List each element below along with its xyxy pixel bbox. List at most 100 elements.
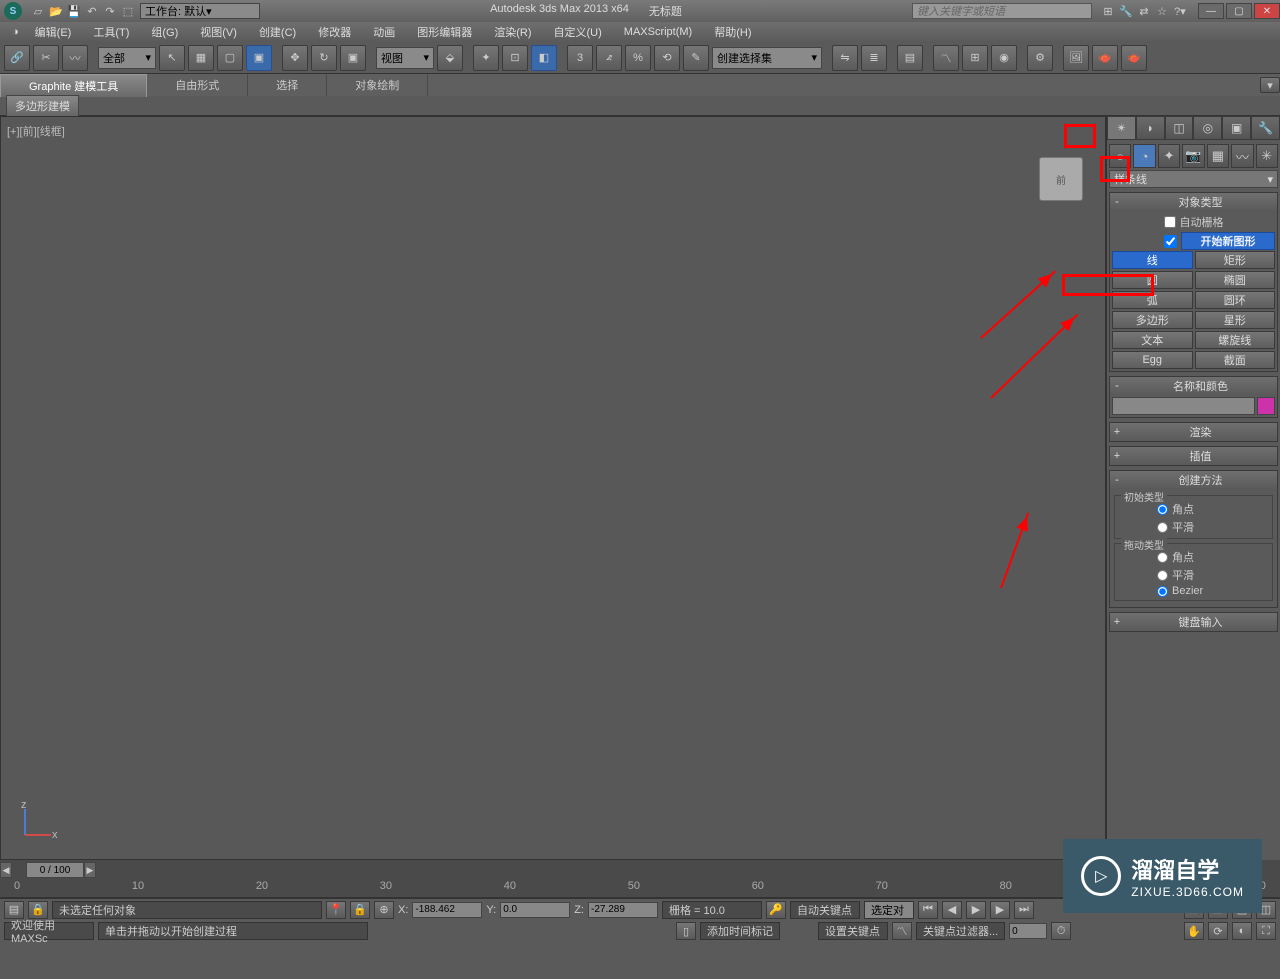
- menu-edit[interactable]: 编辑(E): [25, 22, 82, 42]
- mirror-icon[interactable]: ⇋: [832, 45, 858, 71]
- ribbon-collapse-icon[interactable]: ▾: [1260, 77, 1280, 93]
- render-iter-icon[interactable]: 🫖: [1121, 45, 1147, 71]
- ngon-button[interactable]: 多边形: [1112, 311, 1193, 329]
- display-tab-icon[interactable]: ▣: [1222, 116, 1251, 140]
- snap3-icon[interactable]: 3: [567, 45, 593, 71]
- coord-icon[interactable]: ⊕: [374, 901, 394, 919]
- save-icon[interactable]: 💾: [66, 3, 82, 19]
- help-icon[interactable]: ?▾: [1172, 3, 1188, 19]
- menu-create[interactable]: 创建(C): [249, 22, 306, 42]
- select-name-icon[interactable]: ▦: [188, 45, 214, 71]
- rollout-head-name-color[interactable]: -名称和颜色: [1110, 377, 1277, 395]
- utilities-tab-icon[interactable]: 🔧: [1251, 116, 1280, 140]
- render-setup-icon[interactable]: ⚙: [1027, 45, 1053, 71]
- script-icon[interactable]: ▤: [4, 901, 24, 919]
- scale-tool-icon[interactable]: ▣: [340, 45, 366, 71]
- drag-smooth-radio[interactable]: [1157, 570, 1168, 581]
- star-button[interactable]: 星形: [1195, 311, 1276, 329]
- app-icon[interactable]: S: [4, 2, 22, 20]
- viewcube[interactable]: 前: [1039, 157, 1083, 201]
- curve-editor-icon[interactable]: 〽: [933, 45, 959, 71]
- redo-icon[interactable]: ↷: [102, 3, 118, 19]
- modify-tab-icon[interactable]: ◗: [1136, 116, 1165, 140]
- rollout-head-render[interactable]: +渲染: [1110, 423, 1277, 441]
- search-input[interactable]: 键入关键字或短语: [912, 3, 1092, 19]
- layer-icon[interactable]: ▤: [897, 45, 923, 71]
- play-end-icon[interactable]: ⏭: [1014, 901, 1034, 919]
- nav-orbit-icon[interactable]: ⟳: [1208, 922, 1228, 940]
- align-icon[interactable]: ≣: [861, 45, 887, 71]
- auto-key-button[interactable]: 自动关键点: [790, 901, 860, 919]
- object-name-input[interactable]: [1112, 397, 1255, 415]
- time-config-icon[interactable]: ⏱: [1051, 922, 1071, 940]
- drag-bezier-radio[interactable]: [1157, 586, 1168, 597]
- nav-pan-icon[interactable]: ✋: [1184, 922, 1204, 940]
- ref-coord-dropdown[interactable]: 视图▾: [376, 47, 434, 69]
- rollout-head-object-type[interactable]: -对象类型: [1110, 193, 1277, 211]
- drag-corner-radio[interactable]: [1157, 552, 1168, 563]
- line-button[interactable]: 线: [1112, 251, 1193, 269]
- systems-cat-icon[interactable]: ✳: [1256, 144, 1278, 168]
- add-time-tag[interactable]: 添加时间标记: [700, 922, 780, 940]
- spacewarp-cat-icon[interactable]: 〰: [1231, 144, 1253, 168]
- minimize-button[interactable]: —: [1198, 3, 1224, 19]
- start-shape-button[interactable]: 开始新图形: [1181, 232, 1275, 250]
- play-prev-icon[interactable]: ◀: [942, 901, 962, 919]
- viewport[interactable]: [+][前][线框] 前 z x: [0, 116, 1106, 860]
- donut-button[interactable]: 圆环: [1195, 291, 1276, 309]
- arc-button[interactable]: 弧: [1112, 291, 1193, 309]
- edit-named-icon[interactable]: ✎: [683, 45, 709, 71]
- rollout-head-keyboard[interactable]: +键盘输入: [1110, 613, 1277, 631]
- play-next-icon[interactable]: ▶: [990, 901, 1010, 919]
- undo-icon[interactable]: ↶: [84, 3, 100, 19]
- pivot-icon[interactable]: ⬙: [437, 45, 463, 71]
- polygon-modeling-button[interactable]: 多边形建模: [6, 95, 79, 117]
- hierarchy-tab-icon[interactable]: ◫: [1165, 116, 1194, 140]
- ribbon-tab-paint[interactable]: 对象绘制: [327, 74, 428, 96]
- init-smooth-radio[interactable]: [1157, 522, 1168, 533]
- material-icon[interactable]: ◉: [991, 45, 1017, 71]
- workspace-selector[interactable]: 工作台: 默认▾: [140, 3, 260, 19]
- link-icon[interactable]: ⬚: [120, 3, 136, 19]
- move-tool-icon[interactable]: ✥: [282, 45, 308, 71]
- menu-anim[interactable]: 动画: [363, 22, 405, 42]
- ribbon-tab-freeform[interactable]: 自由形式: [147, 74, 248, 96]
- time-next-icon[interactable]: ▶: [84, 862, 96, 878]
- ellipse-button[interactable]: 椭圆: [1195, 271, 1276, 289]
- menu-group[interactable]: 组(G): [141, 22, 188, 42]
- viewport-label[interactable]: [+][前][线框]: [7, 123, 65, 139]
- auto-grid-checkbox[interactable]: [1164, 216, 1176, 228]
- menu-view[interactable]: 视图(V): [190, 22, 247, 42]
- selection-filter[interactable]: 全部▾: [98, 47, 156, 69]
- selection-lock[interactable]: 选定对: [864, 901, 914, 919]
- time-slider[interactable]: 0 / 100: [26, 862, 84, 878]
- ribbon-tab-select[interactable]: 选择: [248, 74, 327, 96]
- time-tag-icon[interactable]: ▯: [676, 922, 696, 940]
- lights-cat-icon[interactable]: ✦: [1158, 144, 1180, 168]
- key-toggle-icon[interactable]: 🔑: [766, 901, 786, 919]
- snap2d-icon[interactable]: ◧: [531, 45, 557, 71]
- y-coord[interactable]: 0.0: [500, 902, 570, 918]
- init-corner-radio[interactable]: [1157, 504, 1168, 515]
- menu-render[interactable]: 渲染(R): [484, 22, 541, 42]
- render-frame-icon[interactable]: 🖼: [1063, 45, 1089, 71]
- nav-maximize-icon[interactable]: ⛶: [1256, 922, 1276, 940]
- render-prod-icon[interactable]: 🫖: [1092, 45, 1118, 71]
- open-icon[interactable]: 📂: [48, 3, 64, 19]
- nav-walk-icon[interactable]: ◐: [1232, 922, 1252, 940]
- lock-icon[interactable]: 🔒: [28, 901, 48, 919]
- pin-icon[interactable]: 📍: [326, 901, 346, 919]
- create-tab-icon[interactable]: ✴: [1107, 116, 1136, 140]
- x-coord[interactable]: -188.462: [412, 902, 482, 918]
- link-tool-icon[interactable]: 🔗: [4, 45, 30, 71]
- category-dropdown[interactable]: 样条线▾: [1109, 170, 1278, 188]
- percent-snap-icon[interactable]: %: [625, 45, 651, 71]
- manip-icon[interactable]: ✦: [473, 45, 499, 71]
- helix-button[interactable]: 螺旋线: [1195, 331, 1276, 349]
- menu-maxscript[interactable]: MAXScript(M): [614, 24, 702, 40]
- play-start-icon[interactable]: ⏮: [918, 901, 938, 919]
- exchange-icon[interactable]: ⇄: [1136, 3, 1152, 19]
- grid-icon[interactable]: ⊞: [1100, 3, 1116, 19]
- start-shape-checkbox[interactable]: [1164, 235, 1177, 248]
- window-crossing-icon[interactable]: ▣: [246, 45, 272, 71]
